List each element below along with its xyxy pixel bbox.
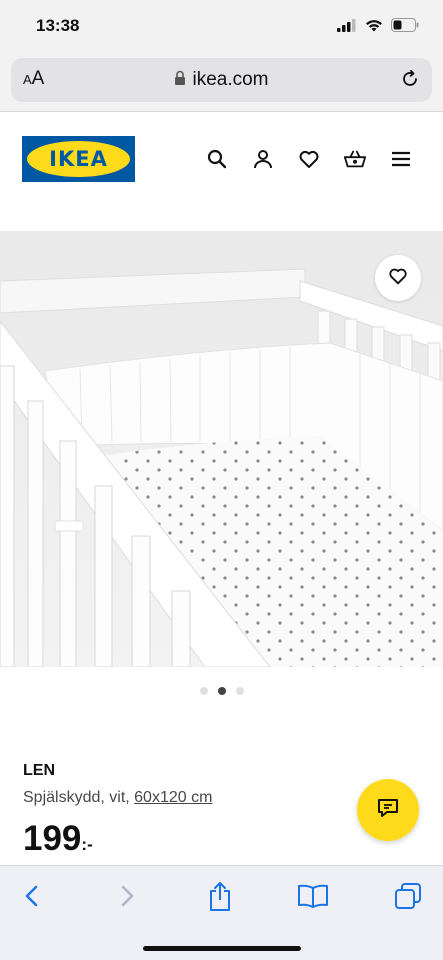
product-name: LEN [23,762,55,779]
carousel-dot[interactable] [235,687,244,695]
status-time: 13:38 [36,16,80,35]
price-integer: 199 [23,819,82,858]
home-indicator[interactable] [143,946,301,951]
lock-icon [174,70,186,91]
reload-icon[interactable] [400,69,420,94]
crib-illustration [0,231,443,667]
heart-icon[interactable] [297,147,321,171]
url-text: ikea.com [192,69,269,90]
carousel-dot[interactable] [199,687,208,695]
menu-icon[interactable] [389,147,413,171]
status-bar: 13:38 [0,0,443,52]
status-icons [337,18,419,37]
url-display[interactable]: ikea.com [11,69,432,91]
bookmarks-icon[interactable] [297,880,329,912]
signal-icon [337,18,357,37]
browser-toolbar [0,865,443,960]
back-icon[interactable] [16,880,48,912]
basket-icon[interactable] [343,147,367,171]
battery-icon [391,18,419,37]
chat-icon [376,796,400,825]
price-suffix: :- [81,835,93,854]
logo-text: IKEA [49,147,108,171]
search-icon[interactable] [205,147,229,171]
product-image[interactable] [0,231,443,667]
product-price: 199 :- [23,820,93,858]
product-description-text: Spjälskydd, vit, [23,789,135,806]
site-header: IKEA [0,113,443,231]
wifi-icon [365,19,383,37]
logo-oval: IKEA [27,141,130,177]
save-favorite-button[interactable] [375,255,421,301]
heart-icon [387,265,409,292]
browser-top-bar: AA ikea.com [0,52,443,112]
size-link[interactable]: 60x120 cm [134,789,212,806]
account-icon[interactable] [251,147,275,171]
address-bar[interactable]: AA ikea.com [11,58,432,102]
forward-icon[interactable] [111,880,143,912]
tabs-icon[interactable] [392,880,424,912]
chat-button[interactable] [357,779,419,841]
carousel-dot-active[interactable] [217,687,226,695]
header-icon-bar [205,147,413,171]
image-carousel-dots [0,687,443,695]
ikea-logo[interactable]: IKEA [22,136,135,182]
product-description: Spjälskydd, vit, 60x120 cm [23,789,212,807]
share-icon[interactable] [204,880,236,912]
